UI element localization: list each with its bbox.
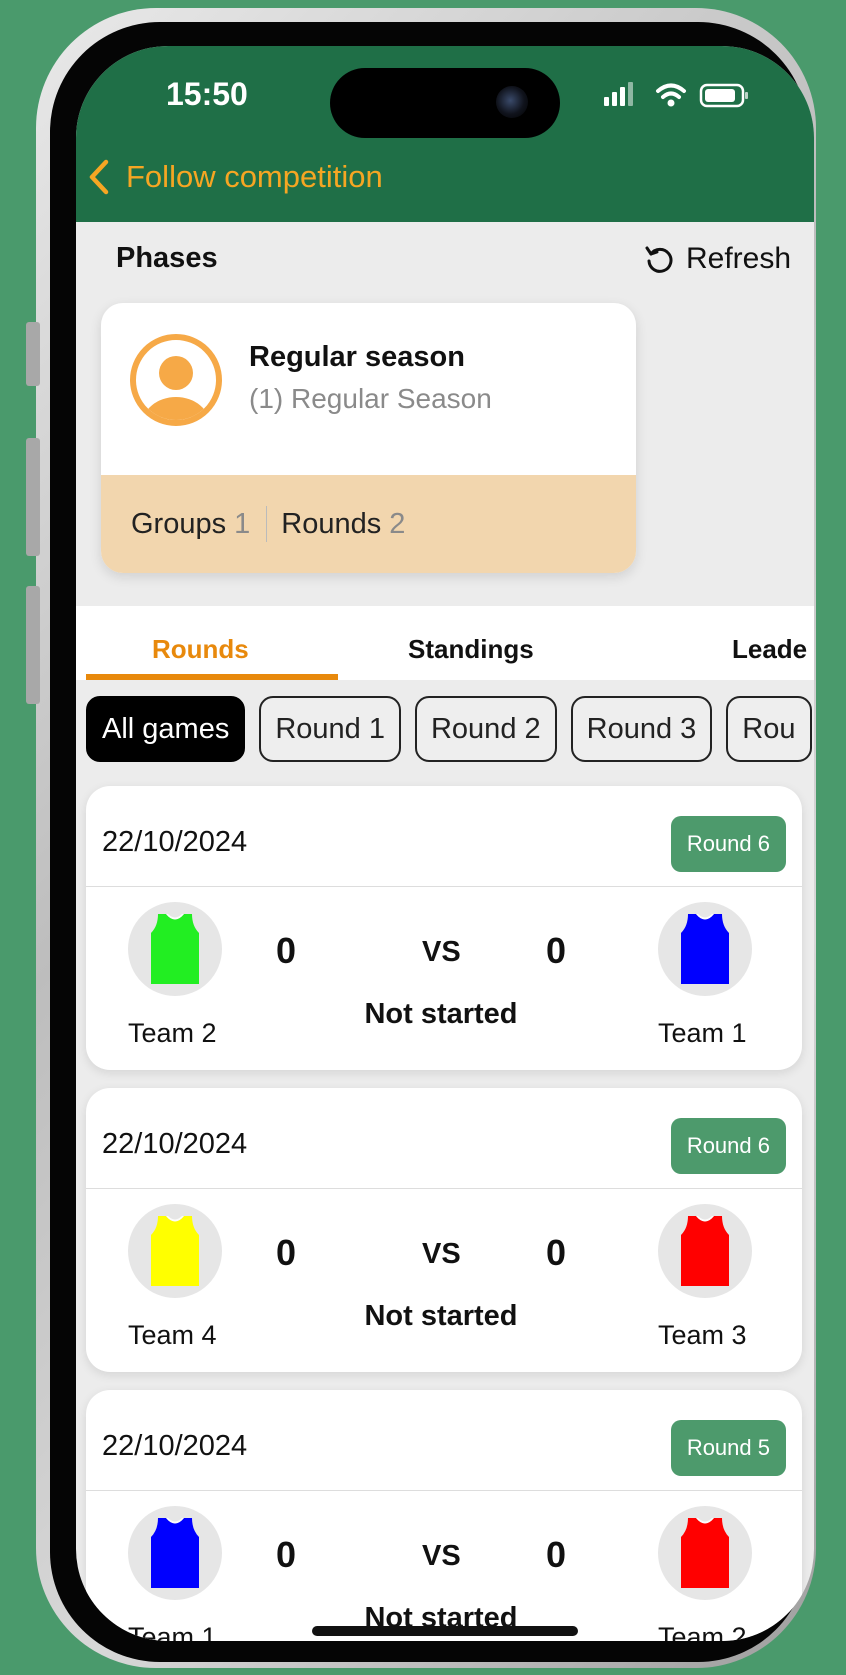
back-button[interactable]: Follow competition bbox=[86, 158, 383, 196]
card-divider bbox=[86, 886, 802, 887]
home-score: 0 bbox=[276, 1232, 297, 1273]
groups-label: Groups bbox=[131, 507, 227, 540]
tab-leaders[interactable]: Leade bbox=[732, 634, 807, 665]
match-date: 22/10/2024 bbox=[102, 1430, 248, 1462]
chevron-left-icon bbox=[89, 159, 109, 195]
groups-count: 1 bbox=[234, 507, 251, 540]
away-team-logo bbox=[658, 1506, 752, 1600]
refresh-button[interactable]: Refresh bbox=[644, 242, 791, 276]
match-date: 22/10/2024 bbox=[102, 826, 248, 858]
chip-round-4[interactable]: Rou bbox=[726, 696, 812, 762]
away-team-logo bbox=[658, 1204, 752, 1298]
match-card[interactable]: 22/10/2024 Round 5 Team 1 0 VS 0 Not sta… bbox=[86, 1390, 802, 1641]
jersey-icon bbox=[681, 914, 729, 984]
away-team-name: Team 3 bbox=[658, 1320, 747, 1350]
phase-subtitle: (1) Regular Season bbox=[249, 383, 492, 414]
volume-down-button bbox=[26, 586, 40, 704]
away-team-name: Team 2 bbox=[658, 1622, 747, 1641]
camera-icon bbox=[496, 86, 528, 118]
jersey-icon bbox=[151, 914, 199, 984]
active-tab-indicator bbox=[86, 674, 338, 680]
phase-card[interactable]: Regular season (1) Regular Season Groups… bbox=[101, 303, 636, 573]
tab-standings[interactable]: Standings bbox=[408, 634, 534, 665]
jersey-icon bbox=[681, 1216, 729, 1286]
rounds-label: Rounds bbox=[281, 507, 382, 540]
card-divider bbox=[86, 1490, 802, 1491]
away-score: 0 bbox=[546, 1534, 567, 1575]
jersey-icon bbox=[151, 1518, 199, 1588]
away-score: 0 bbox=[546, 1232, 567, 1273]
refresh-icon bbox=[645, 246, 673, 273]
home-indicator bbox=[312, 1626, 578, 1636]
home-team-logo bbox=[128, 902, 222, 996]
chip-round-2[interactable]: Round 2 bbox=[414, 696, 557, 762]
volume-up-button bbox=[26, 438, 40, 556]
home-team-name: Team 1 bbox=[128, 1622, 217, 1641]
home-team-name: Team 4 bbox=[128, 1320, 217, 1350]
jersey-icon bbox=[151, 1216, 199, 1286]
status-icons bbox=[604, 82, 748, 108]
cellular-signal-icon bbox=[604, 82, 633, 106]
away-team-name: Team 1 bbox=[658, 1018, 747, 1048]
home-team-logo bbox=[128, 1204, 222, 1298]
chip-all-games[interactable]: All games bbox=[86, 696, 246, 762]
match-date: 22/10/2024 bbox=[102, 1128, 248, 1160]
away-team-logo bbox=[658, 902, 752, 996]
refresh-label: Refresh bbox=[686, 242, 792, 275]
phase-stats: Groups 1 Rounds 2 bbox=[101, 475, 636, 573]
home-team-name: Team 2 bbox=[128, 1018, 217, 1048]
rounds-count: 2 bbox=[389, 507, 406, 540]
match-card[interactable]: 22/10/2024 Round 6 Team 4 0 VS 0 Not sta… bbox=[86, 1088, 802, 1372]
battery-icon bbox=[699, 83, 748, 108]
chip-round-3[interactable]: Round 3 bbox=[570, 696, 713, 762]
phases-title: Phases bbox=[116, 242, 218, 274]
vs-label: VS bbox=[422, 1540, 461, 1572]
match-status: Not started bbox=[364, 998, 518, 1030]
round-badge: Round 6 bbox=[670, 816, 786, 872]
round-badge: Round 5 bbox=[670, 1420, 786, 1476]
away-score: 0 bbox=[546, 930, 567, 971]
wifi-icon bbox=[656, 83, 686, 107]
match-status: Not started bbox=[364, 1300, 518, 1332]
round-badge: Round 6 bbox=[670, 1118, 786, 1174]
home-score: 0 bbox=[276, 930, 297, 971]
tab-bar: Rounds Standings Leade bbox=[76, 606, 814, 680]
back-label: Follow competition bbox=[126, 159, 383, 194]
jersey-icon bbox=[681, 1518, 729, 1588]
vs-label: VS bbox=[422, 1238, 461, 1270]
tab-rounds[interactable]: Rounds bbox=[152, 634, 249, 665]
app-header: 15:50 Follow competition bbox=[76, 46, 814, 222]
mute-switch bbox=[26, 322, 40, 386]
stats-divider bbox=[266, 506, 268, 542]
phase-name: Regular season bbox=[249, 341, 465, 373]
vs-label: VS bbox=[422, 936, 461, 968]
app-screen: 15:50 Follow competition Phases Refresh … bbox=[76, 46, 814, 1641]
round-filter-chips: All games Round 1 Round 2 Round 3 Rou bbox=[86, 696, 814, 762]
status-time: 15:50 bbox=[166, 76, 248, 112]
chip-round-1[interactable]: Round 1 bbox=[259, 696, 401, 762]
home-score: 0 bbox=[276, 1534, 297, 1575]
home-team-logo bbox=[128, 1506, 222, 1600]
user-avatar-icon bbox=[130, 334, 222, 426]
match-card[interactable]: 22/10/2024 Round 6 Team 2 0 VS 0 Not sta… bbox=[86, 786, 802, 1070]
card-divider bbox=[86, 1188, 802, 1189]
